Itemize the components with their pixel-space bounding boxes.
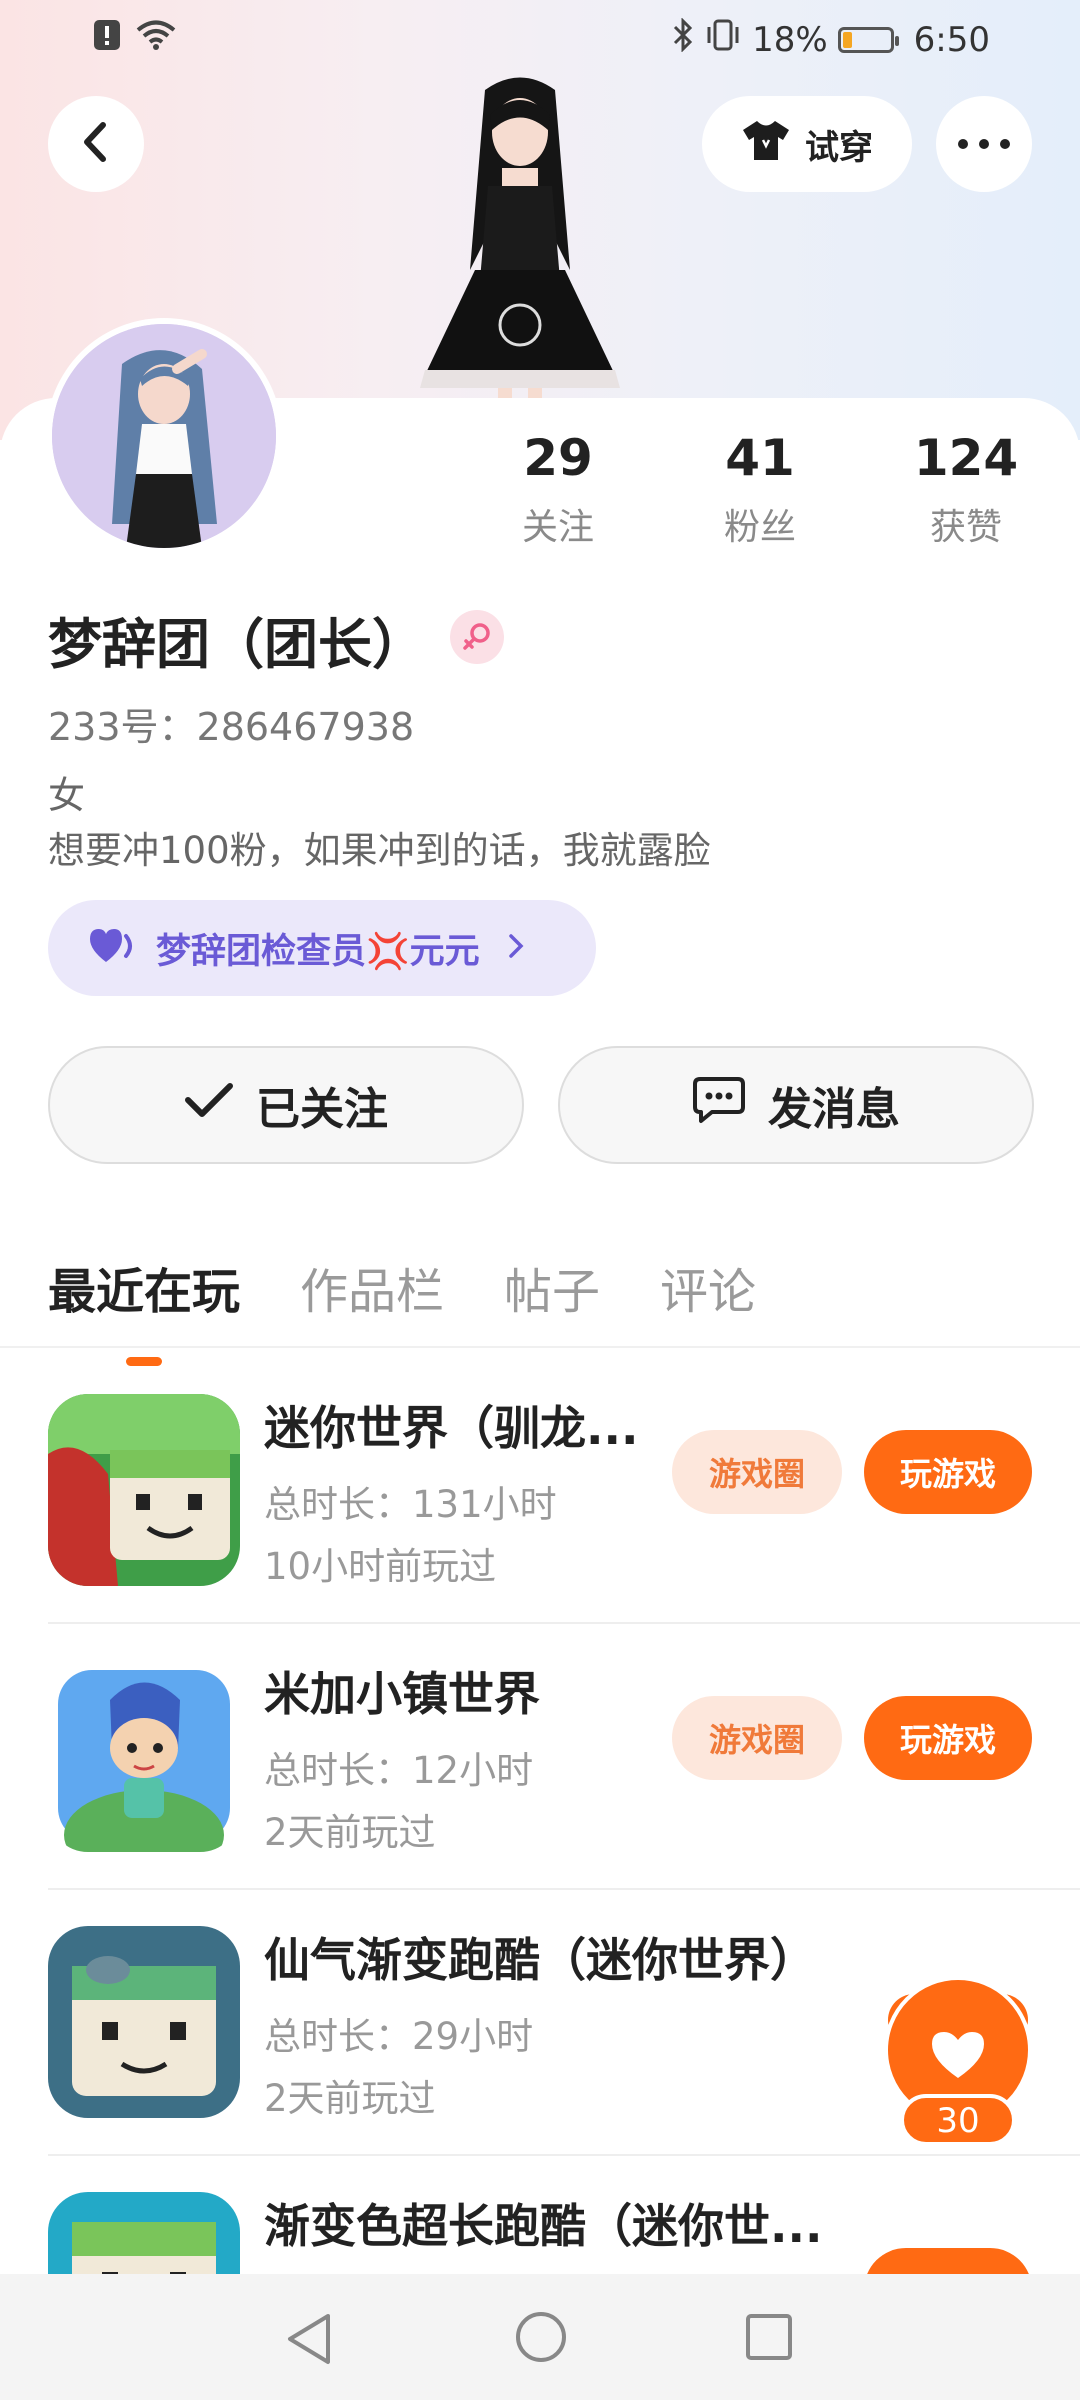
heart-icon	[88, 926, 138, 970]
bio-line: 女	[48, 774, 85, 817]
game-icon	[48, 1394, 240, 1586]
game-title: 米加小镇世界	[264, 1667, 540, 1721]
bluetooth-icon	[672, 17, 694, 61]
following-label: 关注	[521, 507, 594, 548]
game-duration: 总时长：29小时	[264, 2015, 534, 2058]
divider	[0, 1346, 1080, 1348]
tab-works[interactable]: 作品栏	[300, 1252, 444, 1322]
following-stat[interactable]: 29 关注	[468, 428, 648, 550]
status-bar: 18% 6:50	[0, 0, 1080, 78]
likes-label: 获赞	[929, 507, 1002, 548]
tab-comments[interactable]: 评论	[660, 1252, 756, 1322]
game-icon	[48, 2192, 240, 2274]
system-nav-bar	[0, 2274, 1080, 2400]
home-nav-icon[interactable]	[514, 2310, 568, 2368]
clock: 6:50	[913, 19, 990, 60]
try-on-button[interactable]: 试穿	[702, 96, 912, 192]
recents-nav-icon[interactable]	[744, 2312, 794, 2366]
game-circle-button[interactable]: 游戏圈	[672, 1696, 842, 1780]
check-icon	[184, 1080, 234, 1131]
likes-stat[interactable]: 124 获赞	[876, 428, 1056, 550]
wifi-icon	[136, 19, 176, 60]
game-duration: 总时长：12小时	[264, 1749, 534, 1792]
game-last-played: 2天前玩过	[264, 1811, 436, 1854]
battery-icon	[837, 26, 899, 53]
avatar-figure-image	[390, 70, 650, 400]
vibrate-icon	[704, 18, 742, 61]
game-circle-button[interactable]: 游戏圈	[672, 1430, 842, 1514]
game-icon	[48, 1926, 240, 2118]
message-label: 发消息	[768, 1084, 900, 1135]
club-badge[interactable]: 梦辞团检查员💢元元	[48, 900, 596, 996]
battery-percent: 18%	[752, 19, 828, 60]
message-button[interactable]: 发消息	[558, 1046, 1034, 1164]
game-title: 仙气渐变跑酷（迷你世界）	[264, 1933, 816, 1987]
followed-label: 已关注	[256, 1084, 388, 1135]
game-last-played: 10小时前玩过	[264, 1545, 497, 1588]
game-title: 迷你世界（驯龙...	[264, 1401, 639, 1455]
user-id: 233号：286467938	[48, 705, 415, 749]
play-game-button[interactable]	[864, 2248, 1032, 2274]
tab-posts[interactable]: 帖子	[504, 1252, 600, 1322]
user-name: 梦辞团（团长）	[48, 613, 426, 676]
bio-line: 想要冲100粉，如果冲到的话，我就露脸	[48, 829, 711, 872]
game-last-played: 2天前玩过	[264, 2077, 436, 2120]
tshirt-icon	[741, 118, 791, 171]
more-icon	[957, 135, 1011, 154]
user-bio: 女 想要冲100粉，如果冲到的话，我就露脸	[48, 768, 711, 878]
more-button[interactable]	[936, 96, 1032, 192]
followers-count: 41	[725, 429, 795, 487]
try-on-label: 试穿	[805, 127, 873, 168]
club-label: 梦辞团检查员💢元元	[156, 931, 480, 972]
profile-tabs: 最近在玩 作品栏 帖子 评论	[48, 1252, 756, 1366]
floating-like-button[interactable]: 30	[884, 1976, 1032, 2146]
game-icon	[48, 1660, 240, 1852]
like-count: 30	[936, 2101, 980, 2141]
list-item[interactable]: 渐变色超长跑酷（迷你世...	[48, 2148, 1080, 2274]
following-count: 29	[523, 429, 593, 487]
chat-icon	[692, 1075, 746, 1136]
followers-stat[interactable]: 41 粉丝	[670, 428, 850, 550]
game-duration: 总时长：131小时	[264, 1483, 557, 1526]
chevron-right-icon	[508, 933, 524, 963]
list-item[interactable]: 米加小镇世界 总时长：12小时 2天前玩过 游戏圈 玩游戏	[48, 1616, 1080, 1882]
play-game-button[interactable]: 玩游戏	[864, 1430, 1032, 1514]
list-item[interactable]: 迷你世界（驯龙... 总时长：131小时 10小时前玩过 游戏圈 玩游戏	[48, 1350, 1080, 1616]
avatar[interactable]	[46, 318, 282, 554]
chevron-left-icon	[81, 121, 111, 167]
play-game-button[interactable]: 玩游戏	[864, 1696, 1032, 1780]
back-button[interactable]	[48, 96, 144, 192]
tab-recently-played[interactable]: 最近在玩	[48, 1252, 240, 1366]
followers-label: 粉丝	[723, 507, 796, 548]
likes-count: 124	[913, 429, 1019, 487]
followed-button[interactable]: 已关注	[48, 1046, 524, 1164]
female-icon	[450, 610, 504, 664]
back-nav-icon[interactable]	[284, 2312, 334, 2370]
alert-icon	[92, 18, 122, 61]
game-title: 渐变色超长跑酷（迷你世...	[264, 2199, 823, 2253]
